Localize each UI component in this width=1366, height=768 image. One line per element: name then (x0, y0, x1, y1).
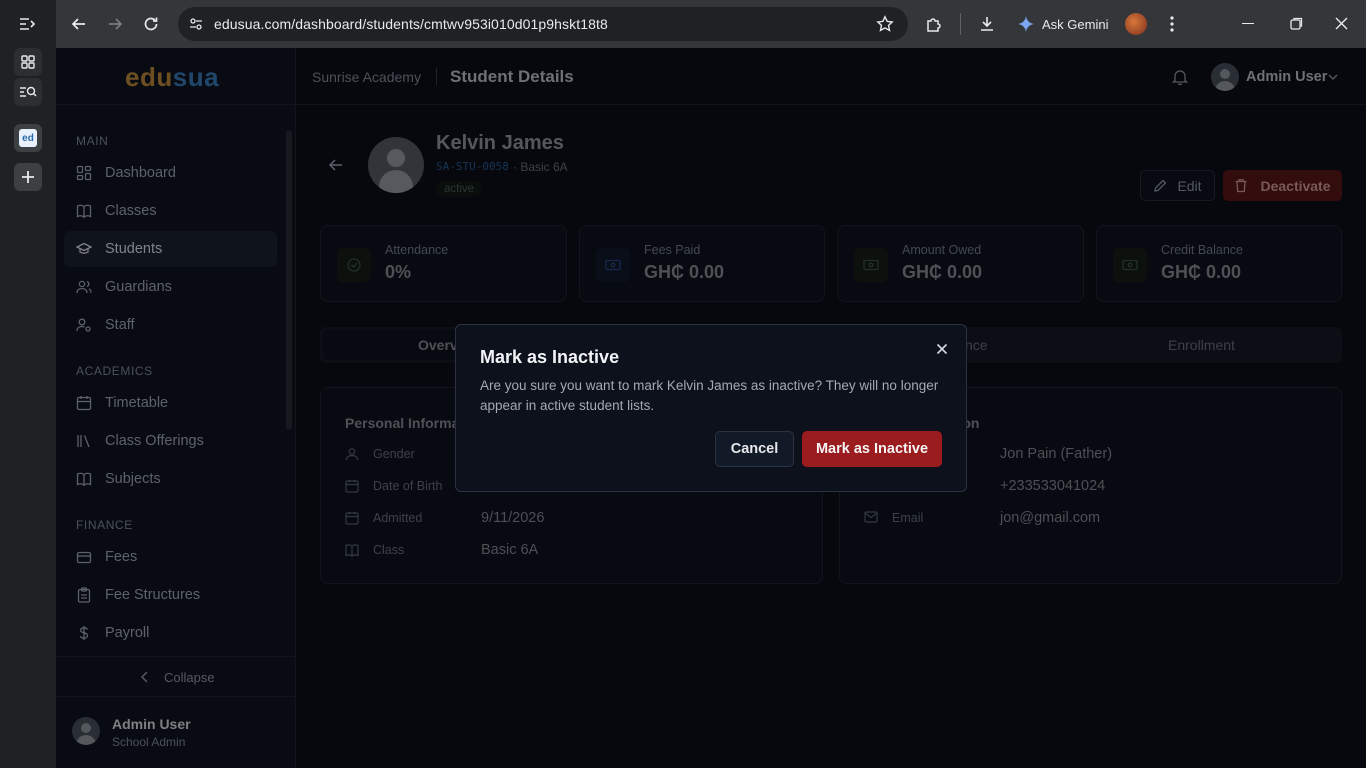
toolbar-divider (960, 13, 961, 35)
dialog-message: Are you sure you want to mark Kelvin Jam… (480, 378, 939, 413)
close-icon[interactable] (936, 343, 948, 355)
extensions-icon[interactable] (925, 15, 943, 33)
tab-search-icon[interactable] (14, 78, 42, 106)
download-icon[interactable] (978, 15, 996, 33)
edusua-tab-favicon[interactable]: ed (14, 124, 42, 152)
address-bar[interactable]: edusua.com/dashboard/students/cmtwv953i0… (178, 7, 908, 41)
app-window: edusua MAIN Dashboard Classes Students G… (56, 48, 1366, 768)
reload-icon[interactable] (142, 15, 160, 33)
ask-gemini-button[interactable]: Ask Gemini (1018, 13, 1108, 35)
minimize-icon[interactable] (1242, 23, 1254, 25)
ask-gemini-label: Ask Gemini (1042, 16, 1109, 32)
dialog-title: Mark as Inactive (480, 347, 620, 367)
bookmark-star-icon[interactable] (876, 15, 894, 33)
browser-toolbar: edusua.com/dashboard/students/cmtwv953i0… (56, 0, 1366, 48)
mark-inactive-dialog: Mark as Inactive Are you sure you want t… (455, 324, 967, 492)
tab-list-icon[interactable] (17, 14, 37, 34)
close-window-icon[interactable] (1335, 17, 1348, 30)
profile-avatar[interactable] (1125, 13, 1147, 35)
url-text[interactable]: edusua.com/dashboard/students/cmtwv953i0… (214, 16, 608, 32)
tab-grid-icon[interactable] (14, 48, 42, 76)
forward-icon[interactable] (106, 15, 124, 33)
gemini-sparkle-icon (1018, 16, 1034, 32)
chrome-menu-icon[interactable] (1164, 14, 1180, 34)
cancel-button[interactable]: Cancel (715, 431, 794, 467)
back-icon[interactable] (70, 15, 88, 33)
new-tab-icon[interactable] (14, 163, 42, 191)
confirm-mark-inactive-button[interactable]: Mark as Inactive (802, 431, 942, 467)
restore-icon[interactable] (1290, 17, 1303, 30)
site-info-icon[interactable] (188, 16, 204, 32)
browser-vertical-tabs: ed (0, 0, 56, 768)
